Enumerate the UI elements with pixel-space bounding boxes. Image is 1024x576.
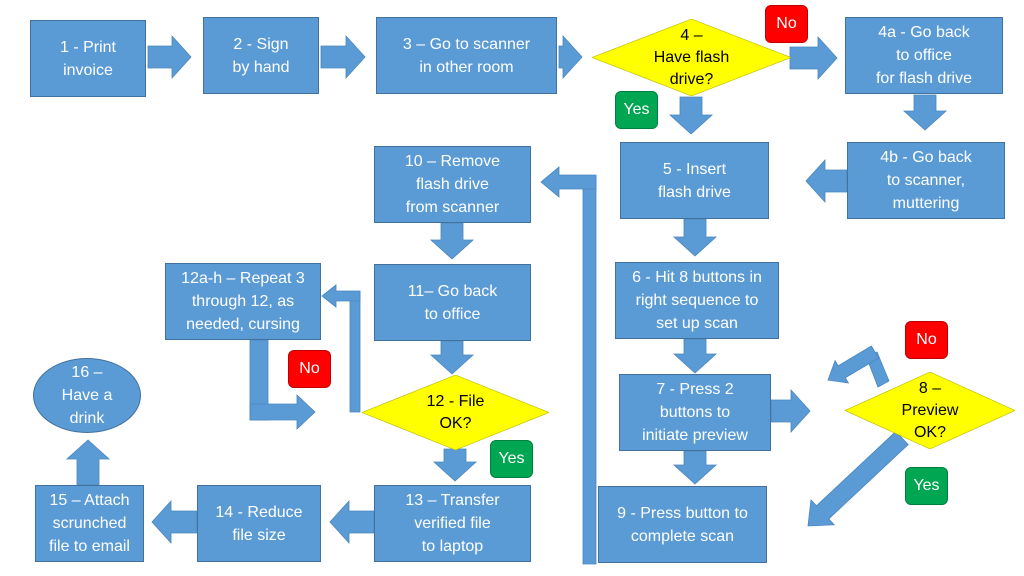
arrow-14-to-15-icon bbox=[151, 499, 198, 545]
step-11-go-back-to-office: 11– Go back to office bbox=[374, 264, 531, 341]
badge-no-12: No bbox=[288, 350, 331, 388]
decision-8-preview-ok: 8 – Preview OK? bbox=[845, 372, 1015, 449]
step-15-attach-file: 15 – Attach scrunched file to email bbox=[35, 485, 144, 562]
step-4a-go-back-to-office: 4a - Go back to office for flash drive bbox=[845, 17, 1003, 94]
arrow-11-to-12-icon bbox=[429, 340, 475, 375]
arrow-12-yes-to-13-icon bbox=[432, 448, 478, 482]
step-3-go-to-scanner: 3 – Go to scanner in other room bbox=[376, 17, 557, 94]
arrow-1-to-2-icon bbox=[147, 34, 192, 80]
arrow-7-to-9-icon bbox=[672, 450, 718, 485]
arrow-4-yes-to-5-icon bbox=[668, 96, 714, 135]
step-16-have-a-drink: 16 – Have a drink bbox=[33, 358, 141, 433]
decision-12-file-ok: 12 - File OK? bbox=[362, 375, 549, 450]
badge-yes-12: Yes bbox=[490, 440, 533, 478]
arrow-3-to-4-icon bbox=[558, 34, 583, 80]
arrow-4b-to-5-icon bbox=[805, 158, 848, 204]
badge-yes-4: Yes bbox=[615, 91, 658, 129]
arrow-9-to-10-vertical-icon bbox=[582, 175, 597, 565]
arrow-12-to-12ah-vertical-icon bbox=[349, 291, 361, 413]
arrow-7-to-8-icon bbox=[770, 388, 811, 434]
decision-8-label: 8 – Preview OK? bbox=[901, 379, 959, 441]
arrow-13-to-14-icon bbox=[329, 499, 375, 545]
step-2-sign: 2 - Sign by hand bbox=[203, 17, 319, 94]
step-10-remove-flash-drive: 10 – Remove flash drive from scanner bbox=[374, 146, 531, 223]
arrow-5-to-6-icon bbox=[672, 218, 718, 257]
flowchart: 1 - Print invoice 2 - Sign by hand 3 – G… bbox=[0, 0, 1024, 576]
arrow-4-no-to-4a-icon bbox=[789, 35, 838, 81]
step-13-transfer-file: 13 – Transfer verified file to laptop bbox=[374, 485, 531, 562]
arrow-6-to-7-icon bbox=[672, 338, 718, 374]
step-14-reduce-file-size: 14 - Reduce file size bbox=[197, 485, 321, 562]
step-9-complete-scan: 9 - Press button to complete scan bbox=[598, 486, 767, 563]
badge-no-4: No bbox=[765, 5, 808, 43]
badge-no-8: No bbox=[905, 321, 948, 359]
step-6-hit-8-buttons: 6 - Hit 8 buttons in right sequence to s… bbox=[615, 262, 779, 339]
step-7-press-2-buttons: 7 - Press 2 buttons to initiate preview bbox=[619, 374, 771, 451]
arrow-4a-to-4b-icon bbox=[902, 94, 948, 131]
arrow-15-to-16-icon bbox=[65, 439, 111, 486]
step-1-print-invoice: 1 - Print invoice bbox=[30, 20, 146, 97]
arrow-10-to-11-icon bbox=[429, 222, 475, 260]
arrow-2-to-3-icon bbox=[320, 34, 366, 80]
decision-4-have-flash-drive: 4 – Have flash drive? bbox=[592, 19, 791, 96]
decision-4-label: 4 – Have flash drive? bbox=[653, 26, 730, 88]
step-4b-go-back-to-scanner: 4b - Go back to scanner, muttering bbox=[847, 142, 1005, 219]
decision-12-label: 12 - File OK? bbox=[426, 392, 485, 432]
step-12a-h-repeat: 12a-h – Repeat 3 through 12, as needed, … bbox=[165, 263, 321, 340]
step-5-insert-flash-drive: 5 - Insert flash drive bbox=[620, 142, 769, 219]
badge-yes-8: Yes bbox=[905, 467, 948, 505]
